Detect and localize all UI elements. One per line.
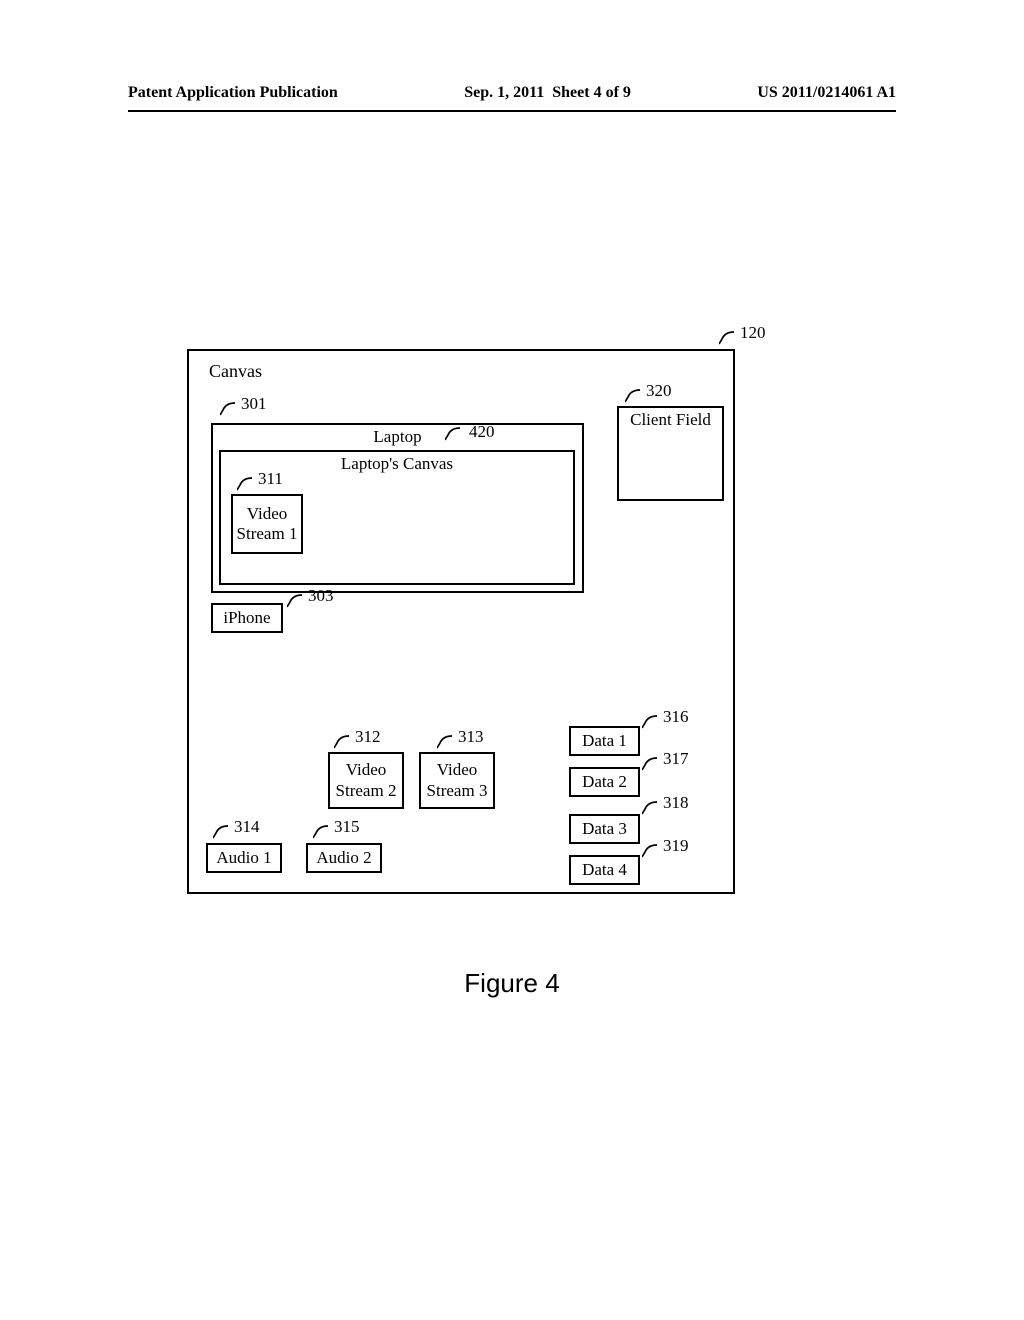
- hook-314: [213, 824, 231, 839]
- audio-2-box-315: Audio 2: [306, 843, 382, 873]
- ref-420: 420: [469, 422, 495, 442]
- hook-312: [334, 734, 352, 749]
- hook-311: [237, 476, 255, 491]
- data-2-label: Data 2: [582, 772, 627, 792]
- hook-420: [445, 426, 463, 441]
- ref-313: 313: [458, 727, 484, 747]
- data-1-box-316: Data 1: [569, 726, 640, 756]
- ref-318: 318: [663, 793, 689, 813]
- ref-312: 312: [355, 727, 381, 747]
- data-1-label: Data 1: [582, 731, 627, 751]
- audio-2-label: Audio 2: [316, 848, 371, 868]
- hook-317: [642, 756, 660, 771]
- iphone-box-303: iPhone: [211, 603, 283, 633]
- canvas-label: Canvas: [209, 361, 262, 382]
- audio-1-box-314: Audio 1: [206, 843, 282, 873]
- header-right: US 2011/0214061 A1: [757, 84, 896, 110]
- ref-320: 320: [646, 381, 672, 401]
- ref-314: 314: [234, 817, 260, 837]
- iphone-label: iPhone: [223, 608, 270, 628]
- laptop-label: Laptop: [373, 427, 421, 447]
- hook-319: [642, 843, 660, 858]
- hook-120: [719, 330, 737, 345]
- page-header: Patent Application Publication Sep. 1, 2…: [128, 84, 896, 112]
- ref-303: 303: [308, 586, 334, 606]
- video-stream-2-box-312: Video Stream 2: [328, 752, 404, 809]
- data-3-box-318: Data 3: [569, 814, 640, 844]
- hook-313: [437, 734, 455, 749]
- data-2-box-317: Data 2: [569, 767, 640, 797]
- client-field-label: Client Field: [630, 410, 711, 430]
- ref-311: 311: [258, 469, 283, 489]
- data-4-label: Data 4: [582, 860, 627, 880]
- ref-120: 120: [740, 323, 766, 343]
- hook-301: [220, 401, 238, 416]
- video-stream-1-box-311: Video Stream 1: [231, 494, 303, 554]
- header-left: Patent Application Publication: [128, 84, 338, 110]
- client-field-box-320: Client Field: [617, 406, 724, 501]
- hook-315: [313, 824, 331, 839]
- ref-315: 315: [334, 817, 360, 837]
- hook-303: [287, 593, 305, 608]
- hook-316: [642, 714, 660, 729]
- header-center: Sep. 1, 2011 Sheet 4 of 9: [464, 84, 631, 110]
- ref-301: 301: [241, 394, 267, 414]
- patent-page: Patent Application Publication Sep. 1, 2…: [0, 0, 1024, 1320]
- laptops-canvas-label: Laptop's Canvas: [341, 454, 453, 474]
- data-4-box-319: Data 4: [569, 855, 640, 885]
- ref-317: 317: [663, 749, 689, 769]
- hook-318: [642, 800, 660, 815]
- ref-316: 316: [663, 707, 689, 727]
- video-stream-3-box-313: Video Stream 3: [419, 752, 495, 809]
- figure-caption: Figure 4: [0, 968, 1024, 999]
- hook-320: [625, 388, 643, 403]
- ref-319: 319: [663, 836, 689, 856]
- data-3-label: Data 3: [582, 819, 627, 839]
- audio-1-label: Audio 1: [216, 848, 271, 868]
